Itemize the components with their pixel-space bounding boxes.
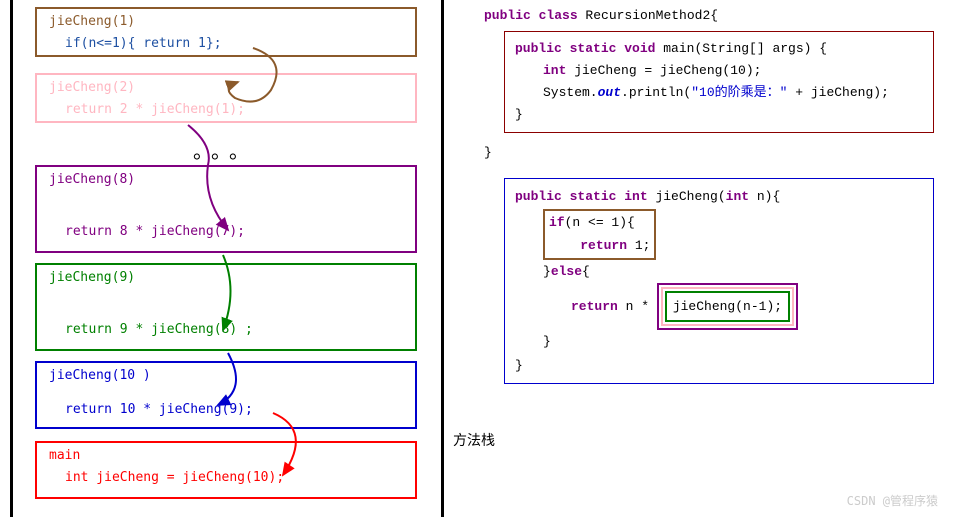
call-stack-panel: jieCheng(1) if(n<=1){ return 1}; jieChen…	[10, 0, 444, 517]
ellipsis: 。。。	[193, 135, 257, 164]
code-text: jieCheng = jieCheng(10);	[566, 63, 761, 78]
code-text: n *	[618, 299, 657, 314]
close-brace: }	[484, 145, 934, 160]
frame-header: jieCheng(2)	[45, 79, 139, 96]
main-method-code: public static void main(String[] args) {…	[504, 31, 934, 133]
highlighted-if-block: if(n <= 1){ return 1;	[543, 209, 656, 260]
frame-body: if(n<=1){ return 1};	[45, 30, 407, 57]
keyword: return	[571, 299, 618, 314]
code-text: }	[543, 264, 551, 279]
stack-frame-9: jieCheng(9) return 9 * jieCheng(8) ;	[35, 263, 417, 351]
code-text: .println(	[621, 85, 691, 100]
close-brace: }	[515, 330, 923, 353]
frame-header: jieCheng(1)	[45, 13, 139, 30]
code-text: {	[582, 264, 590, 279]
keyword: out	[598, 85, 621, 100]
frame-body: return 10 * jieCheng(9);	[45, 396, 407, 423]
keyword: int	[543, 63, 566, 78]
frame-body: return 8 * jieCheng(7);	[45, 218, 407, 245]
code-text: + jieCheng);	[787, 85, 888, 100]
frame-header: jieCheng(8)	[45, 171, 139, 188]
code-text: jieCheng(n-1);	[665, 291, 790, 322]
frame-body: int jieCheng = jieCheng(10);	[45, 464, 407, 491]
frame-body: return 9 * jieCheng(8) ;	[45, 316, 407, 343]
close-brace: }	[515, 354, 923, 377]
code-panel: public class RecursionMethod2{ public st…	[444, 0, 954, 517]
class-declaration: public class RecursionMethod2{	[484, 8, 934, 23]
stack-frame-main: main int jieCheng = jieCheng(10);	[35, 441, 417, 499]
keyword: public static void	[515, 41, 655, 56]
highlighted-recursive-call: jieCheng(n-1);	[657, 283, 798, 330]
keyword: public class	[484, 8, 578, 23]
code-text: jieCheng(	[648, 189, 726, 204]
code-text: 1;	[627, 238, 650, 253]
class-name: RecursionMethod2{	[578, 8, 718, 23]
string-literal: "10的阶乘是："	[691, 85, 787, 100]
code-text: n){	[749, 189, 780, 204]
keyword: if	[549, 215, 565, 230]
stack-frame-10: jieCheng(10 ) return 10 * jieCheng(9);	[35, 361, 417, 429]
stack-frame-2: jieCheng(2) return 2 * jieCheng(1);	[35, 73, 417, 123]
code-text: System.	[543, 85, 598, 100]
keyword: return	[580, 238, 627, 253]
stack-frame-1: jieCheng(1) if(n<=1){ return 1};	[35, 7, 417, 57]
recursive-method-code: public static int jieCheng(int n){ if(n …	[504, 178, 934, 384]
code-text: (n <= 1){	[565, 215, 635, 230]
keyword: public static	[515, 189, 616, 204]
close-brace: }	[515, 104, 923, 126]
keyword: int	[616, 189, 647, 204]
keyword: else	[551, 264, 582, 279]
code-text: main(String[] args) {	[655, 41, 827, 56]
frame-header: jieCheng(10 )	[45, 367, 155, 384]
keyword: int	[726, 189, 749, 204]
frame-body: return 2 * jieCheng(1);	[45, 96, 407, 123]
frame-header: jieCheng(9)	[45, 269, 139, 286]
stack-frame-8: jieCheng(8) return 8 * jieCheng(7);	[35, 165, 417, 253]
watermark: CSDN @管程序猿	[847, 492, 938, 509]
frame-header: main	[45, 447, 84, 464]
